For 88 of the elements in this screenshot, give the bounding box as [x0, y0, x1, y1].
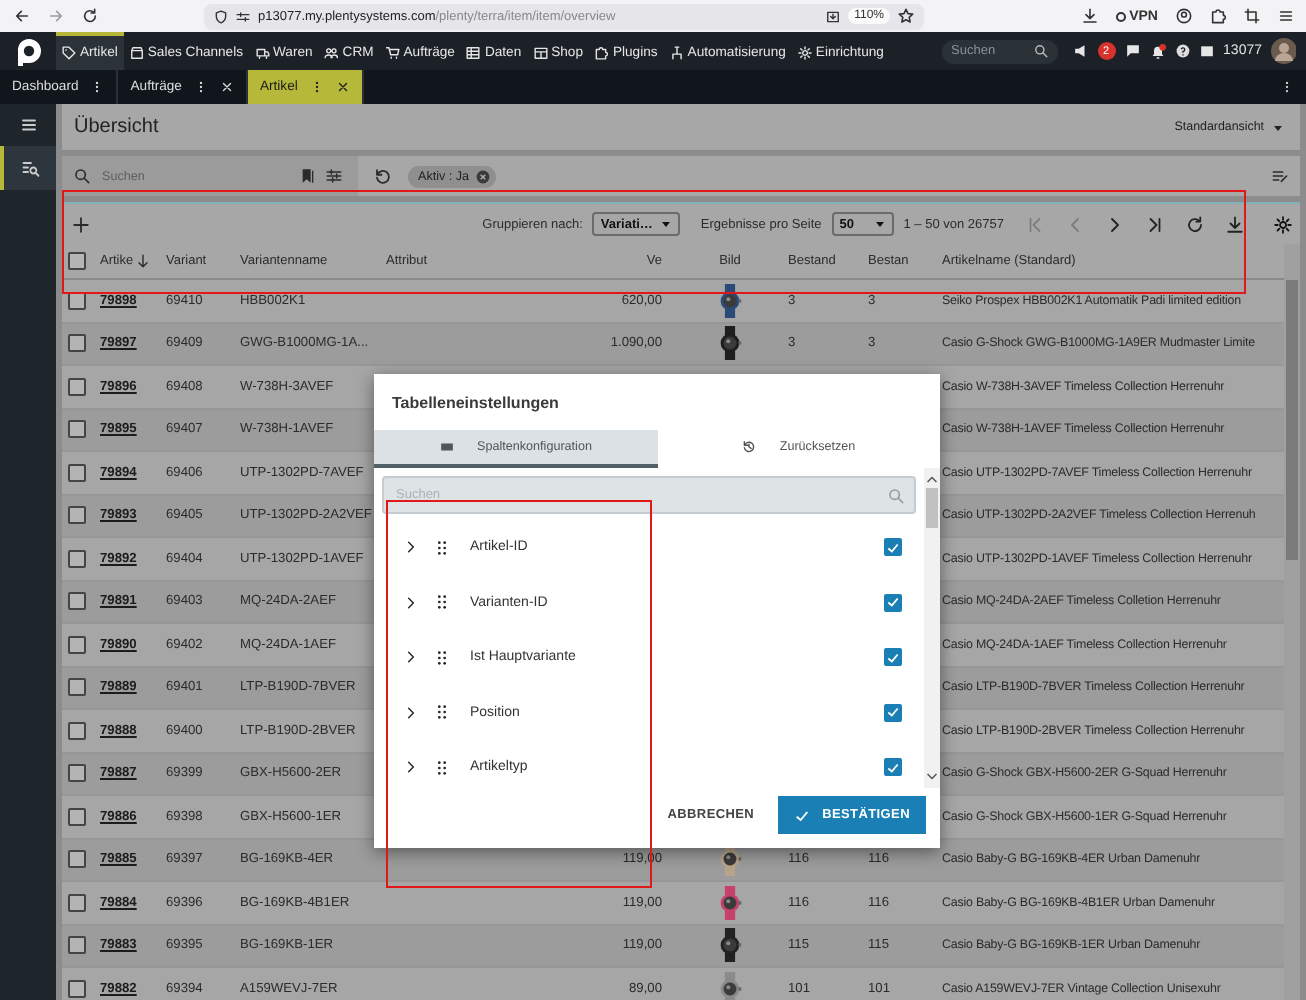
scrollbar-thumb[interactable]: [926, 488, 938, 528]
refresh-icon[interactable]: [1186, 215, 1204, 233]
checkbox[interactable]: [68, 635, 86, 654]
drag-handle-icon[interactable]: [434, 759, 450, 776]
checkbox[interactable]: [68, 592, 86, 611]
close-icon[interactable]: [335, 80, 350, 94]
bookmark-icon[interactable]: [300, 168, 316, 184]
last-page-icon[interactable]: [1146, 215, 1164, 233]
checkbox[interactable]: [68, 420, 86, 439]
search-icon: [74, 168, 90, 184]
people-icon: [324, 46, 339, 60]
checkbox[interactable]: [68, 721, 86, 740]
settings-icon[interactable]: [1274, 215, 1292, 233]
page-title: Übersicht: [74, 116, 159, 138]
chevron-right-icon[interactable]: [404, 705, 418, 720]
checkbox[interactable]: [68, 377, 86, 396]
shield-icon: [214, 9, 228, 23]
table-icon: [466, 46, 481, 60]
plus-icon[interactable]: [72, 215, 90, 233]
checkbox[interactable]: [68, 807, 86, 826]
sort-arrow-icon[interactable]: [135, 254, 150, 268]
checkbox[interactable]: [884, 703, 902, 722]
chat-icon[interactable]: [1125, 44, 1140, 58]
history-icon: [741, 440, 756, 454]
search-icon: [888, 487, 904, 503]
checkbox[interactable]: [68, 678, 86, 697]
chevron-right-icon[interactable]: [404, 650, 418, 665]
checkbox[interactable]: [68, 252, 86, 270]
logo-icon[interactable]: [15, 37, 41, 65]
kebab-icon[interactable]: [1280, 80, 1294, 94]
chevron-up-icon[interactable]: [926, 474, 938, 484]
gear-icon: [797, 46, 812, 60]
checkbox[interactable]: [884, 538, 902, 557]
menu-icon[interactable]: [1278, 8, 1294, 24]
account-icon[interactable]: [1176, 8, 1192, 24]
check-icon: [794, 807, 811, 823]
drag-handle-icon[interactable]: [434, 594, 450, 611]
truck-icon: [255, 46, 269, 60]
sliders-icon[interactable]: [326, 168, 342, 184]
caret-icon: [660, 218, 673, 230]
chevron-right-icon[interactable]: [404, 540, 418, 555]
avatar[interactable]: [1270, 36, 1296, 66]
help-icon[interactable]: [1175, 44, 1190, 58]
checkbox[interactable]: [68, 979, 86, 998]
caret-icon: [1272, 121, 1284, 133]
cart-icon: [385, 46, 400, 60]
download-page-icon[interactable]: [826, 9, 841, 23]
list-edit-icon[interactable]: [1272, 168, 1288, 184]
checkbox[interactable]: [68, 549, 86, 568]
chevron-right-icon[interactable]: [404, 760, 418, 775]
sidebar-item[interactable]: [0, 146, 56, 190]
list-search-icon: [21, 159, 39, 177]
bell-icon[interactable]: [1149, 43, 1166, 59]
chevron-down-icon[interactable]: [926, 772, 938, 782]
scrollbar[interactable]: [1284, 244, 1300, 1000]
sliders-icon[interactable]: [236, 9, 250, 23]
drag-handle-icon[interactable]: [434, 704, 450, 721]
checkbox[interactable]: [68, 936, 86, 955]
reset-icon[interactable]: [374, 167, 392, 185]
checkbox[interactable]: [68, 764, 86, 783]
checkbox[interactable]: [68, 506, 86, 525]
checkbox[interactable]: [68, 334, 86, 353]
checkbox[interactable]: [884, 593, 902, 612]
checkbox[interactable]: [884, 648, 902, 667]
checkbox[interactable]: [68, 463, 86, 482]
puzzle-icon: [594, 46, 609, 60]
checkbox[interactable]: [68, 893, 86, 912]
crop-icon[interactable]: [1244, 8, 1260, 24]
drag-handle-icon[interactable]: [434, 539, 450, 556]
reload-icon[interactable]: [82, 8, 98, 24]
star-icon[interactable]: [898, 8, 914, 24]
search-icon: [1033, 44, 1048, 58]
caret-icon: [873, 218, 886, 230]
checkbox[interactable]: [884, 758, 902, 777]
download-icon[interactable]: [1081, 8, 1098, 24]
megaphone-icon[interactable]: [1073, 44, 1088, 58]
drag-handle-icon[interactable]: [434, 649, 450, 666]
checkbox[interactable]: [68, 850, 86, 869]
chevron-right-icon[interactable]: [1106, 215, 1124, 233]
extension-icon[interactable]: [1210, 8, 1226, 24]
columns-icon: [439, 440, 454, 454]
dialog-title: Tabelleneinstellungen: [390, 391, 561, 416]
chevron-right-icon[interactable]: [404, 595, 418, 610]
scrollbar[interactable]: [924, 468, 940, 788]
download-icon[interactable]: [1226, 215, 1244, 233]
tag-icon: [62, 46, 76, 60]
flow-icon: [669, 46, 684, 60]
back-icon[interactable]: [14, 8, 30, 24]
